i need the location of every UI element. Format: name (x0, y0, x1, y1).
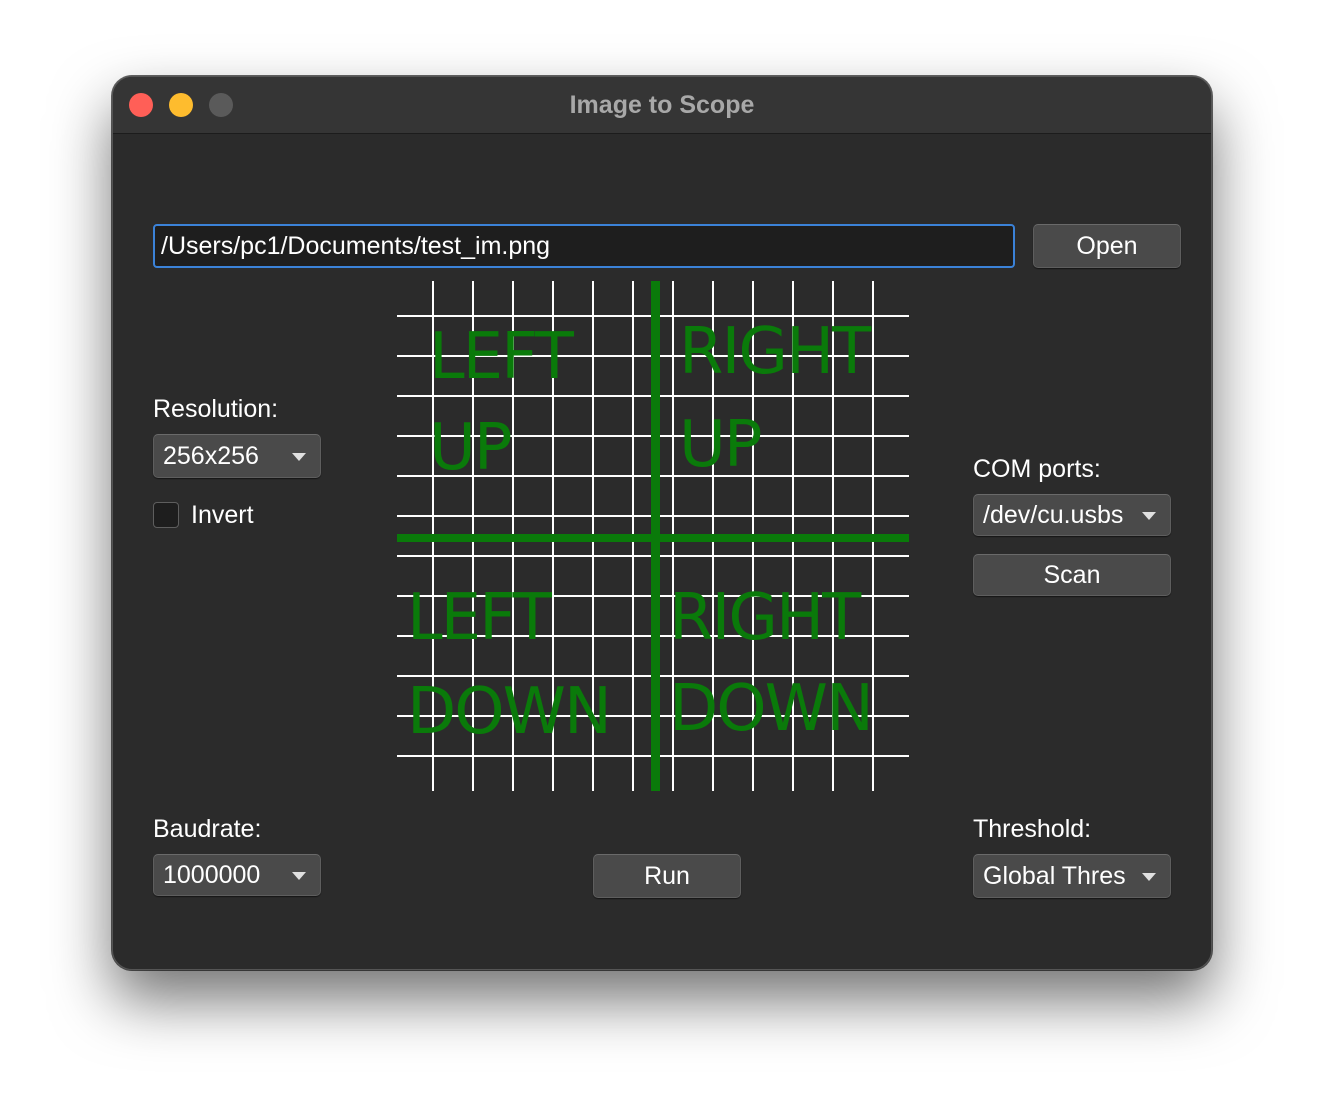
chevron-down-icon (1142, 873, 1156, 881)
preview-ink: LEFT UP RIGHT UP LEFT DOWN RIGHT DOWN (397, 281, 909, 791)
threshold-value: Global Thres (983, 862, 1126, 890)
title-bar: Image to Scope (113, 77, 1211, 134)
run-button[interactable]: Run (593, 854, 741, 898)
resolution-label: Resolution: (153, 395, 279, 423)
chevron-down-icon (292, 872, 306, 880)
quadrant-bottom-right-line2: DOWN (669, 672, 872, 746)
horizontal-axis-line (397, 534, 909, 542)
image-preview: LEFT UP RIGHT UP LEFT DOWN RIGHT DOWN (393, 273, 913, 793)
quadrant-top-right-line2: UP (679, 408, 761, 482)
quadrant-top-right-line1: RIGHT (679, 315, 872, 389)
quadrant-bottom-right-line1: RIGHT (669, 581, 862, 655)
com-port-select[interactable]: /dev/cu.usbs (973, 494, 1171, 536)
quadrant-top-left-line2: UP (429, 411, 511, 485)
threshold-select[interactable]: Global Thres (973, 854, 1171, 898)
chevron-down-icon (1142, 512, 1156, 520)
com-port-value: /dev/cu.usbs (983, 501, 1124, 529)
open-button[interactable]: Open (1033, 224, 1181, 268)
chevron-down-icon (292, 453, 306, 461)
baudrate-label: Baudrate: (153, 815, 262, 843)
threshold-label: Threshold: (973, 815, 1092, 843)
baudrate-value: 1000000 (163, 861, 261, 889)
file-path-input[interactable] (153, 224, 1015, 268)
quadrant-top-left-line1: LEFT (429, 320, 575, 394)
resolution-value: 256x256 (163, 442, 259, 470)
baudrate-select[interactable]: 1000000 (153, 854, 321, 896)
quadrant-bottom-left-line1: LEFT (407, 581, 553, 655)
window-title: Image to Scope (569, 91, 755, 119)
com-ports-label: COM ports: (973, 455, 1101, 483)
app-window: Image to Scope Open Resolution: 256x256 … (112, 76, 1212, 970)
scan-button[interactable]: Scan (973, 554, 1171, 596)
invert-checkbox[interactable] (153, 502, 179, 528)
invert-label: Invert (191, 501, 254, 529)
resolution-select[interactable]: 256x256 (153, 434, 321, 478)
quadrant-bottom-left-line2: DOWN (407, 675, 610, 749)
